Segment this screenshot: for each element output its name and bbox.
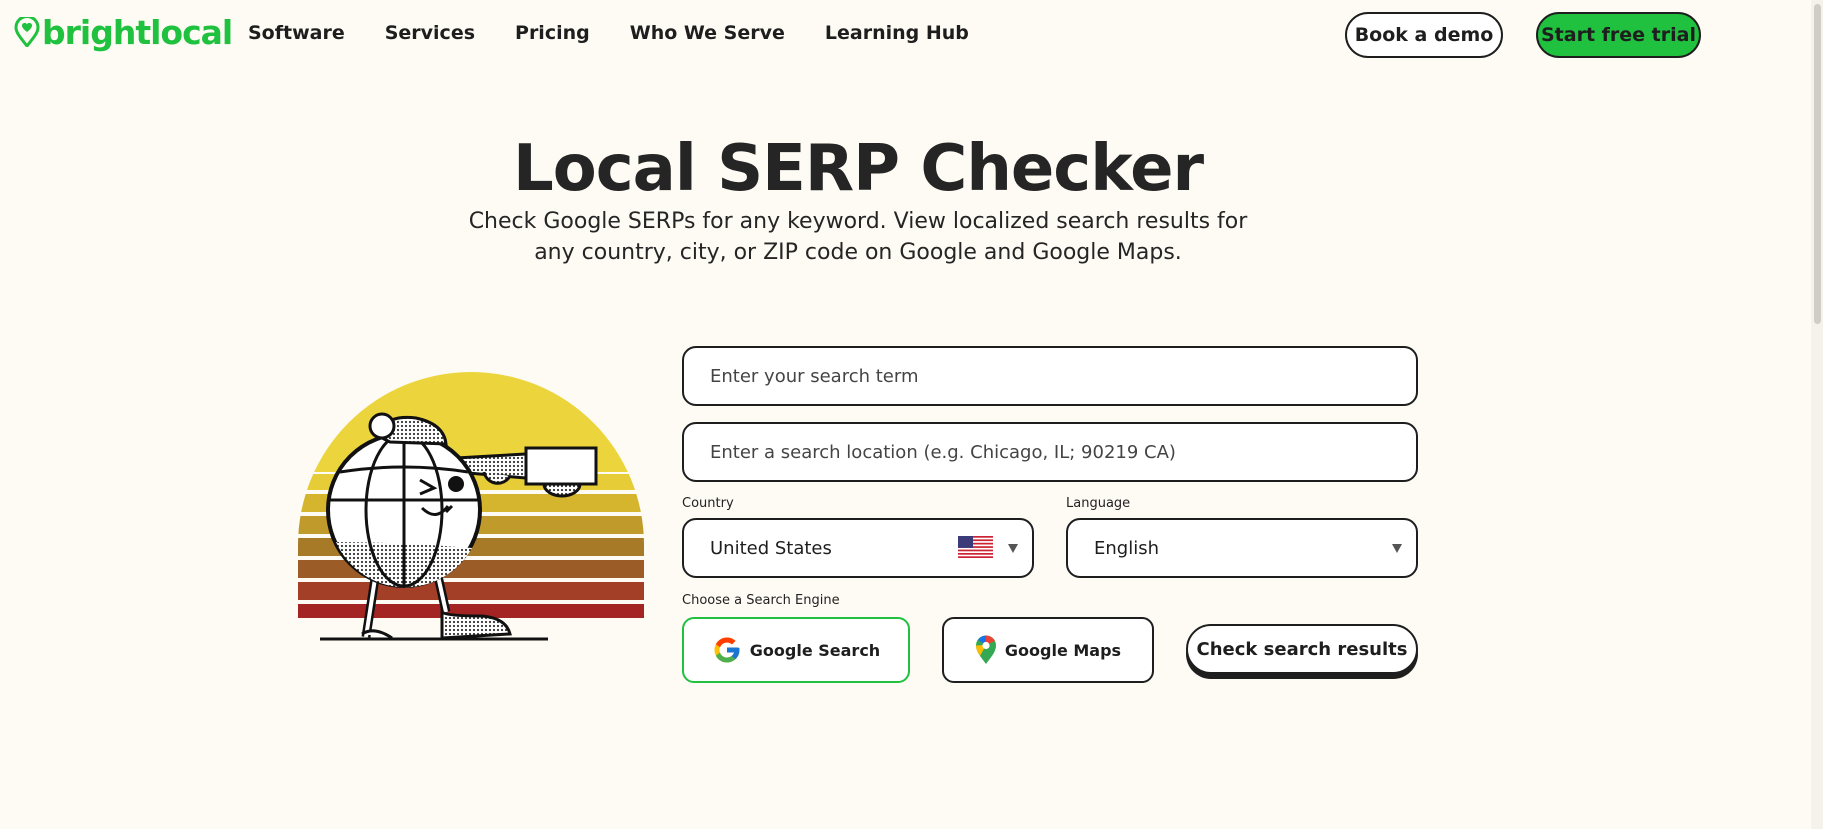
google-g-icon [714, 637, 740, 663]
google-search-label: Google Search [749, 640, 881, 660]
chevron-down-icon [1008, 544, 1018, 553]
search-term-field[interactable] [682, 346, 1418, 406]
check-search-results-button[interactable]: Check search results [1186, 624, 1418, 674]
google-maps-option[interactable]: Google Maps [942, 617, 1154, 683]
google-maps-label: Google Maps [1004, 640, 1122, 660]
language-value: English [1094, 537, 1159, 559]
google-maps-pin-icon [975, 635, 996, 664]
country-label: Country [682, 496, 734, 511]
language-select[interactable]: English [1066, 518, 1418, 578]
start-free-trial-button[interactable]: Start free trial [1536, 12, 1701, 58]
nav-services[interactable]: Services [385, 22, 475, 44]
scrollbar-thumb[interactable] [1814, 4, 1821, 324]
nav-software[interactable]: Software [248, 22, 345, 44]
search-location-input[interactable] [684, 424, 1416, 480]
search-term-input[interactable] [684, 348, 1416, 404]
top-navigation: brightlocal Software Services Pricing Wh… [0, 0, 1823, 70]
nav-learning-hub[interactable]: Learning Hub [825, 22, 969, 44]
nav-links: Software Services Pricing Who We Serve L… [248, 22, 1009, 44]
country-select[interactable]: United States [682, 518, 1034, 578]
search-engine-label: Choose a Search Engine [682, 593, 840, 608]
book-demo-button[interactable]: Book a demo [1345, 12, 1503, 58]
location-heart-pin-icon [14, 17, 40, 47]
page-title: Local SERP Checker [512, 132, 1204, 206]
us-flag-icon [958, 536, 993, 558]
search-location-field[interactable] [682, 422, 1418, 482]
brightlocal-logo[interactable]: brightlocal [14, 12, 233, 52]
language-label: Language [1066, 496, 1131, 511]
brand-name: brightlocal [42, 12, 233, 52]
nav-who-we-serve[interactable]: Who We Serve [630, 22, 785, 44]
google-search-option[interactable]: Google Search [682, 617, 910, 683]
globe-character-with-telescope-icon [298, 372, 644, 641]
nav-pricing[interactable]: Pricing [515, 22, 590, 44]
country-value: United States [710, 537, 832, 559]
page-subtitle: Check Google SERPs for any keyword. View… [468, 209, 1248, 265]
page-scrollbar[interactable] [1811, 0, 1823, 829]
chevron-down-icon [1392, 544, 1402, 553]
